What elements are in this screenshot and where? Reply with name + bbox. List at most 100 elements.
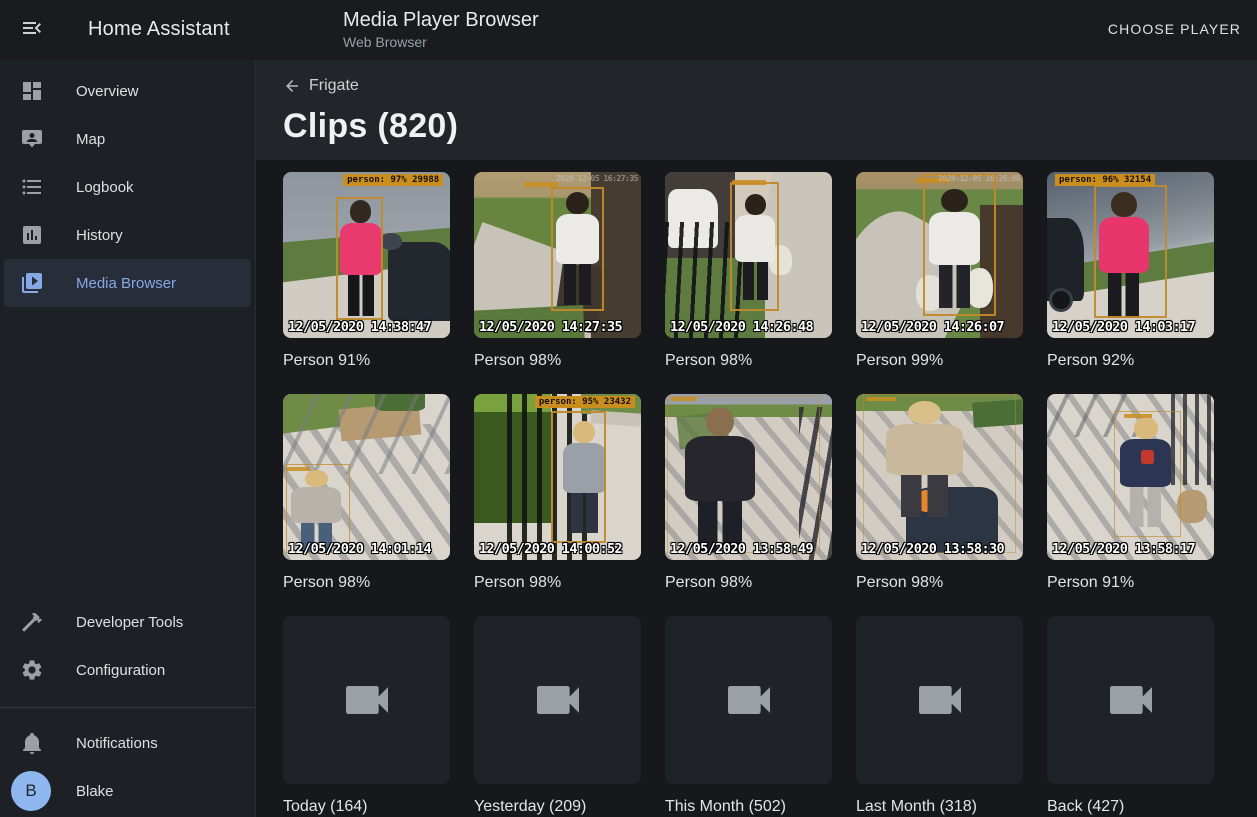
sidebar: Overview Map Logbook History Media Brows… [0, 60, 256, 817]
clip-label: Person 99% [856, 351, 1023, 370]
clip-timestamp-overlay: 12/05/2020 14:26:07 [861, 319, 1004, 335]
folder-thumbnail[interactable] [283, 616, 450, 784]
sidebar-item-logbook[interactable]: Logbook [4, 163, 251, 211]
clip-card[interactable]: 12/05/2020 14:26:48 Person 98% [665, 172, 832, 370]
folder-label: Today (164) [283, 797, 450, 816]
breadcrumb[interactable]: Frigate [283, 77, 359, 95]
user-name-label: Blake [76, 783, 114, 800]
clip-thumbnail[interactable]: person: 95% 23432 12/05/2020 14:00:52 [474, 394, 641, 560]
detection-chip [524, 182, 558, 187]
choose-player-button[interactable]: CHOOSE PLAYER [1108, 21, 1241, 37]
page-subtitle: Web Browser [343, 34, 539, 50]
avatar: B [11, 771, 51, 811]
clip-thumbnail[interactable]: 2020-12-05 16:27:35 12/05/2020 14:27:35 [474, 172, 641, 338]
camera-timestamp: 2020-12-05 16:27:35 [556, 174, 638, 183]
sidebar-item-label: Developer Tools [76, 614, 183, 631]
content-header: Frigate Clips (820) [256, 60, 1257, 160]
clip-timestamp-overlay: 12/05/2020 13:58:49 [670, 541, 813, 557]
folder-card-today[interactable]: Today (164) [283, 616, 450, 816]
detection-bbox [286, 464, 349, 554]
folder-card-this-month[interactable]: This Month (502) [665, 616, 832, 816]
menu-open-icon [20, 16, 44, 45]
sidebar-item-label: Configuration [76, 662, 165, 679]
detection-chip [1124, 414, 1152, 418]
video-icon [530, 672, 586, 728]
clip-thumbnail[interactable]: 12/05/2020 13:58:49 [665, 394, 832, 560]
sidebar-spacer [0, 307, 255, 598]
detection-bbox [1114, 411, 1181, 537]
sidebar-item-user[interactable]: B Blake [4, 767, 251, 815]
clip-card[interactable]: person: 95% 23432 12/05/2020 14:00:52 Pe… [474, 394, 641, 592]
view-dashboard-icon [20, 79, 44, 103]
app-title: Home Assistant [88, 18, 230, 41]
clip-timestamp-overlay: 12/05/2020 13:58:30 [861, 541, 1004, 557]
chart-box-icon [20, 223, 44, 247]
clip-label: Person 98% [665, 573, 832, 592]
page-title-topbar: Media Player Browser [343, 9, 539, 32]
clip-thumbnail[interactable]: person: 96% 32154 12/05/2020 14:03:17 [1047, 172, 1214, 338]
clip-timestamp-overlay: 12/05/2020 14:26:48 [670, 319, 813, 335]
folder-thumbnail[interactable] [474, 616, 641, 784]
detection-tag: person: 96% 32154 [1055, 174, 1155, 186]
clip-timestamp-overlay: 12/05/2020 14:00:52 [479, 541, 622, 557]
sidebar-item-configuration[interactable]: Configuration [4, 646, 251, 694]
sidebar-item-notifications[interactable]: Notifications [4, 719, 251, 767]
sidebar-item-developer-tools[interactable]: Developer Tools [4, 598, 251, 646]
page-title: Clips (820) [283, 107, 1257, 146]
arrow-left-icon [283, 77, 301, 95]
sidebar-item-history[interactable]: History [4, 211, 251, 259]
detection-bbox [863, 394, 1017, 553]
clip-thumbnail[interactable]: 12/05/2020 14:01:14 [283, 394, 450, 560]
railing-shape [283, 394, 450, 474]
clip-thumbnail[interactable]: 12/05/2020 13:58:30 [856, 394, 1023, 560]
clip-card[interactable]: person: 96% 32154 12/05/2020 14:03:17 Pe… [1047, 172, 1214, 370]
detection-bbox [730, 182, 778, 311]
video-icon [1103, 672, 1159, 728]
sidebar-item-label: Notifications [76, 735, 158, 752]
clip-thumbnail[interactable]: 12/05/2020 14:26:48 [665, 172, 832, 338]
page-header-block: Media Player Browser Web Browser [343, 9, 539, 50]
play-box-multiple-icon [20, 271, 44, 295]
video-icon [721, 672, 777, 728]
detection-bbox [1094, 185, 1167, 318]
sidebar-item-map[interactable]: Map [4, 115, 251, 163]
clip-card[interactable]: 12/05/2020 13:58:17 Person 91% [1047, 394, 1214, 592]
sidebar-item-label: Media Browser [76, 275, 176, 292]
clip-label: Person 98% [665, 351, 832, 370]
gear-icon [20, 658, 44, 682]
clip-card[interactable]: 12/05/2020 13:58:49 Person 98% [665, 394, 832, 592]
folder-thumbnail[interactable] [856, 616, 1023, 784]
detection-chip [286, 467, 310, 471]
clip-label: Person 98% [283, 573, 450, 592]
sidebar-item-label: Map [76, 131, 105, 148]
folder-thumbnail[interactable] [665, 616, 832, 784]
clip-thumbnail[interactable]: person: 97% 29988 12/05/2020 14:38:47 [283, 172, 450, 338]
clip-label: Person 98% [474, 351, 641, 370]
folder-label: Last Month (318) [856, 797, 1023, 816]
sidebar-toggle-button[interactable] [18, 16, 46, 44]
clip-card[interactable]: 12/05/2020 13:58:30 Person 98% [856, 394, 1023, 592]
clip-card[interactable]: person: 97% 29988 12/05/2020 14:38:47 Pe… [283, 172, 450, 370]
clip-card[interactable]: 2020-12-05 16:26:08 12/05/2020 14:26:07 … [856, 172, 1023, 370]
detection-bbox [336, 197, 383, 320]
detection-bbox [551, 187, 604, 312]
folder-card-back[interactable]: Back (427) [1047, 616, 1214, 816]
sidebar-item-media-browser[interactable]: Media Browser [4, 259, 251, 307]
clip-card[interactable]: 2020-12-05 16:27:35 12/05/2020 14:27:35 … [474, 172, 641, 370]
clip-timestamp-overlay: 12/05/2020 14:38:47 [288, 319, 431, 335]
folder-label: Back (427) [1047, 797, 1214, 816]
top-app-bar: Home Assistant Media Player Browser Web … [0, 0, 1257, 60]
sidebar-item-overview[interactable]: Overview [4, 67, 251, 115]
folder-card-yesterday[interactable]: Yesterday (209) [474, 616, 641, 816]
video-icon [912, 672, 968, 728]
account-tooltip-icon [20, 127, 44, 151]
detection-chip [671, 397, 697, 401]
detection-chip [732, 180, 766, 185]
clip-card[interactable]: 12/05/2020 14:01:14 Person 98% [283, 394, 450, 592]
sidebar-divider [0, 707, 255, 708]
clip-thumbnail[interactable]: 2020-12-05 16:26:08 12/05/2020 14:26:07 [856, 172, 1023, 338]
clip-thumbnail[interactable]: 12/05/2020 13:58:17 [1047, 394, 1214, 560]
folder-label: Yesterday (209) [474, 797, 641, 816]
folder-thumbnail[interactable] [1047, 616, 1214, 784]
folder-card-last-month[interactable]: Last Month (318) [856, 616, 1023, 816]
